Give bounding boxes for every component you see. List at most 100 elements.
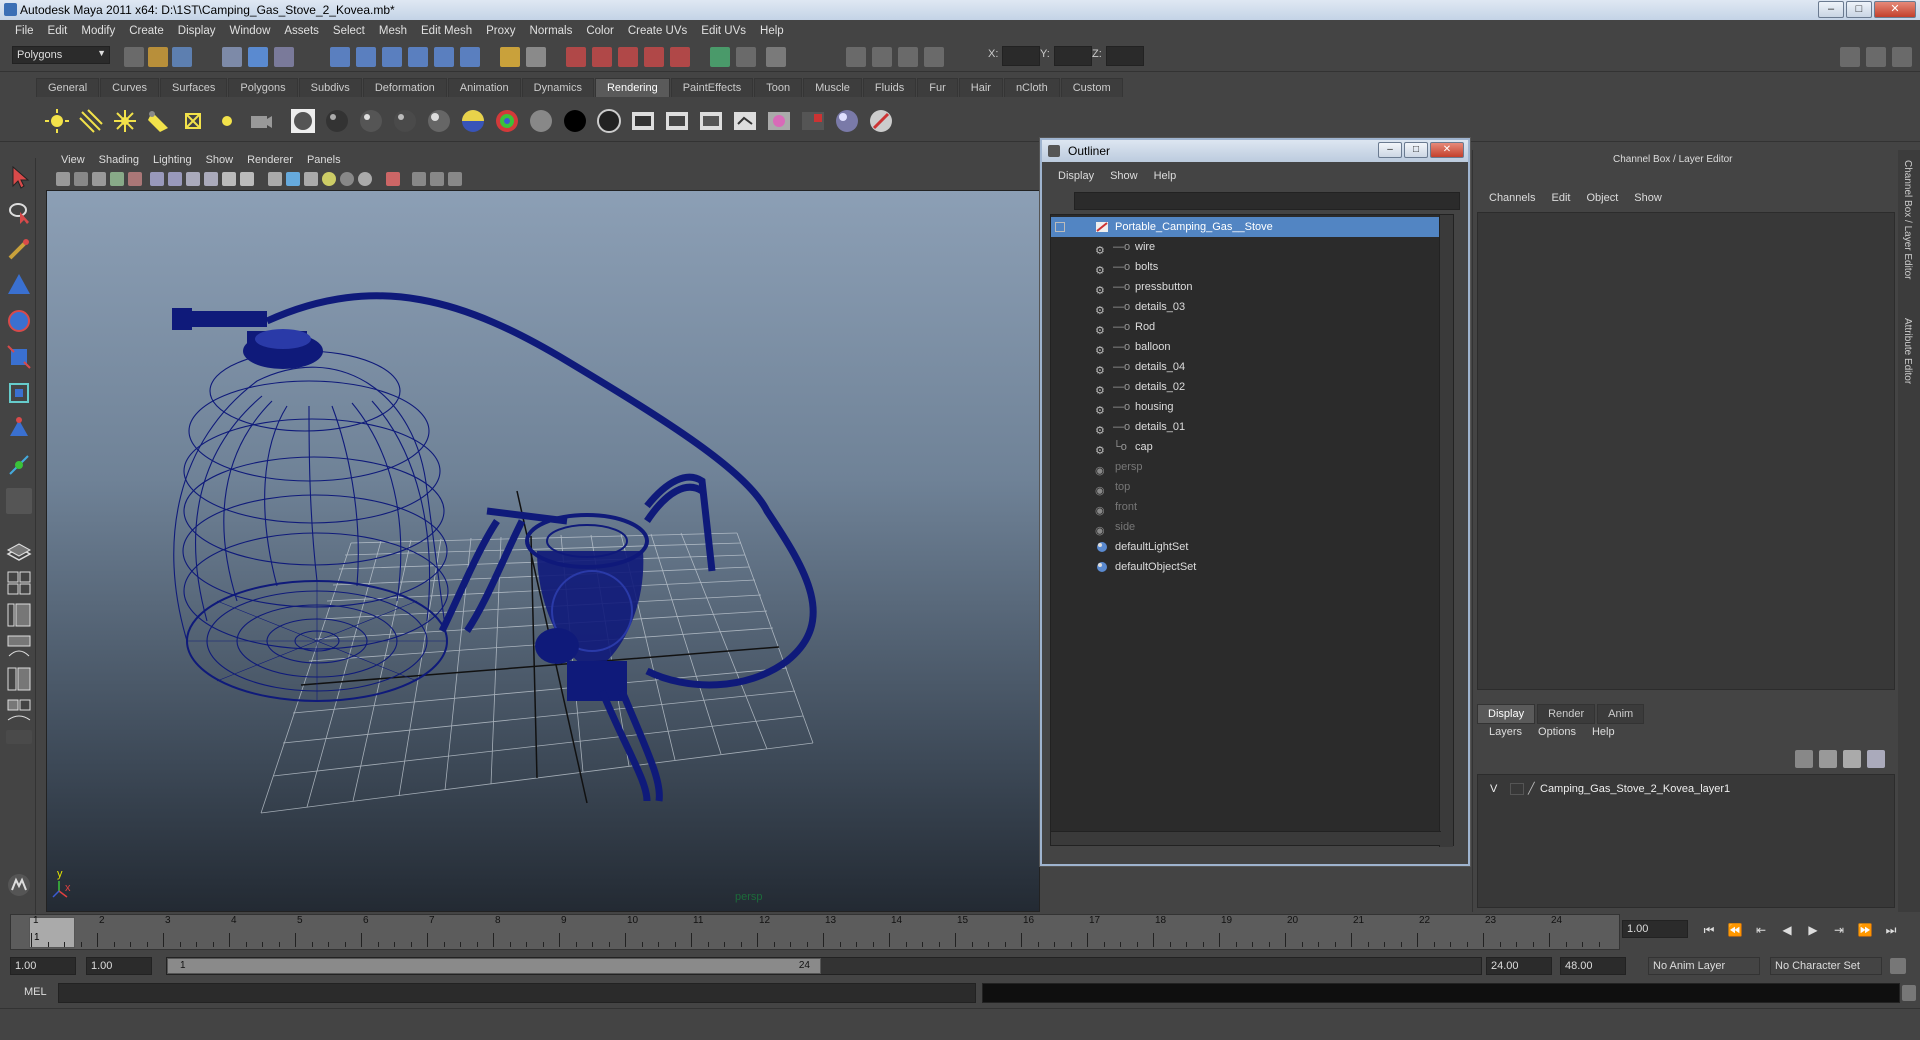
tool-settings-icon[interactable] xyxy=(766,47,786,67)
menu-display[interactable]: Display xyxy=(171,25,223,37)
playback-end-field[interactable]: 24.00 xyxy=(1486,957,1552,975)
film-gate-icon[interactable] xyxy=(128,172,142,186)
multi-view-layout-icon[interactable] xyxy=(6,698,32,724)
outliner-row-wire[interactable]: ⚙ —o wire xyxy=(1051,237,1449,257)
channels-menu-show[interactable]: Show xyxy=(1626,192,1670,204)
outliner-row-default-object-set[interactable]: defaultObjectSet xyxy=(1051,557,1449,577)
snap-curve-icon[interactable] xyxy=(356,47,376,67)
render-globals-icon[interactable] xyxy=(698,108,724,134)
perspective-viewport[interactable]: y x persp xyxy=(46,190,1040,912)
x-input[interactable] xyxy=(1002,46,1040,66)
shading-map-icon[interactable] xyxy=(596,108,622,134)
outliner-row-rod[interactable]: ⚙ —o Rod xyxy=(1051,317,1449,337)
point-light-icon[interactable] xyxy=(112,108,138,134)
viewport-menu-lighting[interactable]: Lighting xyxy=(146,154,199,166)
camera-attributes-icon[interactable] xyxy=(74,172,88,186)
menu-edit[interactable]: Edit xyxy=(41,25,75,37)
shelf-tab-deformation[interactable]: Deformation xyxy=(362,78,447,97)
shelf-tab-surfaces[interactable]: Surfaces xyxy=(159,78,228,97)
resolution-gate-icon[interactable] xyxy=(386,172,400,186)
shelf-tab-general[interactable]: General xyxy=(36,78,100,97)
channels-menu-channels[interactable]: Channels xyxy=(1481,192,1543,204)
shelf-tab-muscle[interactable]: Muscle xyxy=(803,78,862,97)
show-attribute-icon[interactable] xyxy=(710,47,730,67)
single-perspective-layout-icon[interactable] xyxy=(6,538,32,564)
channels-menu-edit[interactable]: Edit xyxy=(1543,192,1578,204)
panel-layout-icon[interactable] xyxy=(924,47,944,67)
outliner-row-cap[interactable]: ⚙ └o cap xyxy=(1051,437,1449,457)
tool-settings-toggle-icon[interactable] xyxy=(1866,47,1886,67)
universal-manipulator-icon[interactable] xyxy=(6,380,32,406)
layout-options-icon[interactable] xyxy=(6,730,32,744)
use-default-material-icon[interactable] xyxy=(322,172,336,186)
z-input[interactable] xyxy=(1106,46,1144,66)
lasso-tool-icon[interactable] xyxy=(6,200,32,226)
persp-graph-layout-icon[interactable] xyxy=(6,634,32,660)
step-back-key-icon[interactable]: ⏪ xyxy=(1724,920,1746,940)
layer-menu-options[interactable]: Options xyxy=(1530,726,1584,738)
area-light-icon[interactable] xyxy=(180,108,206,134)
directional-light-icon[interactable] xyxy=(78,108,104,134)
select-hierarchy-icon[interactable] xyxy=(222,47,242,67)
hypershade-layout-icon[interactable] xyxy=(6,666,32,692)
all-lights-icon[interactable] xyxy=(286,172,300,186)
shelf-tab-hair[interactable]: Hair xyxy=(958,78,1003,97)
shelf-tab-polygons[interactable]: Polygons xyxy=(228,78,298,97)
select-object-icon[interactable] xyxy=(248,47,268,67)
new-layer-empty-icon[interactable] xyxy=(1795,750,1813,768)
snap-surface-icon[interactable] xyxy=(434,47,454,67)
play-backward-icon[interactable]: ◀ xyxy=(1776,920,1798,940)
viewport-menu-panels[interactable]: Panels xyxy=(300,154,348,166)
phonge-sphere-icon[interactable] xyxy=(392,108,418,134)
outliner-title-bar[interactable]: Outliner – □ ✕ xyxy=(1042,140,1468,162)
menu-create-uvs[interactable]: Create UVs xyxy=(621,25,694,37)
outliner-close-button[interactable]: ✕ xyxy=(1430,142,1464,158)
layer-tab-display[interactable]: Display xyxy=(1477,704,1536,724)
history-icon[interactable] xyxy=(460,47,480,67)
menu-mesh[interactable]: Mesh xyxy=(372,25,414,37)
shelf-tab-painteffects[interactable]: PaintEffects xyxy=(670,78,754,97)
input-lock-icon[interactable] xyxy=(500,47,520,67)
ambient-light-icon[interactable] xyxy=(44,108,70,134)
layer-visibility-toggle[interactable]: V xyxy=(1490,779,1497,799)
hypershade-shelf-icon[interactable] xyxy=(766,108,792,134)
spot-light-icon[interactable] xyxy=(146,108,172,134)
menu-set-selector[interactable]: Polygons ▼ xyxy=(12,46,110,64)
step-forward-key-icon[interactable]: ⏩ xyxy=(1854,920,1876,940)
menu-window[interactable]: Window xyxy=(222,25,277,37)
anim-layer-dropdown[interactable]: No Anim Layer xyxy=(1648,957,1760,975)
rotate-tool-icon[interactable] xyxy=(6,308,32,334)
scale-tool-icon[interactable] xyxy=(6,344,32,370)
xray-icon[interactable] xyxy=(222,172,236,186)
hypershade-icon[interactable] xyxy=(644,47,664,67)
outliner-horizontal-scrollbar[interactable] xyxy=(1051,831,1441,845)
step-forward-frame-icon[interactable]: ⇥ xyxy=(1828,920,1850,940)
anisotropic-sphere-icon[interactable] xyxy=(426,108,452,134)
shelf-tab-dynamics[interactable]: Dynamics xyxy=(521,78,594,97)
high-quality-icon[interactable] xyxy=(358,172,372,186)
render-view-shelf-icon[interactable] xyxy=(800,108,826,134)
outliner-filter-input[interactable] xyxy=(1074,192,1460,210)
isolate-select-icon[interactable] xyxy=(340,172,354,186)
wireframe-on-shaded-icon[interactable] xyxy=(204,172,218,186)
outliner-vertical-scrollbar[interactable] xyxy=(1439,215,1453,847)
last-tool-used-icon[interactable] xyxy=(6,488,32,514)
paint-brush-icon[interactable] xyxy=(868,108,894,134)
camera-select-icon[interactable] xyxy=(56,172,70,186)
maximize-button[interactable]: □ xyxy=(1846,1,1872,18)
ipr-render-icon[interactable] xyxy=(592,47,612,67)
surface-shader-icon[interactable] xyxy=(528,108,554,134)
channel-box-icon[interactable] xyxy=(736,47,756,67)
attribute-editor-toggle-icon[interactable] xyxy=(1840,47,1860,67)
camera-icon[interactable] xyxy=(248,108,274,134)
volume-light-icon[interactable] xyxy=(214,108,240,134)
outliner-row-details-02[interactable]: ⚙ —o details_02 xyxy=(1051,377,1449,397)
y-input[interactable] xyxy=(1054,46,1092,66)
layer-menu-help[interactable]: Help xyxy=(1584,726,1623,738)
outliner-row-side[interactable]: ◉ side xyxy=(1051,517,1449,537)
ramp-shader-icon[interactable] xyxy=(494,108,520,134)
snap-point-icon[interactable] xyxy=(382,47,402,67)
snap-grid-icon[interactable] xyxy=(330,47,350,67)
menu-normals[interactable]: Normals xyxy=(523,25,580,37)
paint-select-tool-icon[interactable] xyxy=(6,236,32,262)
